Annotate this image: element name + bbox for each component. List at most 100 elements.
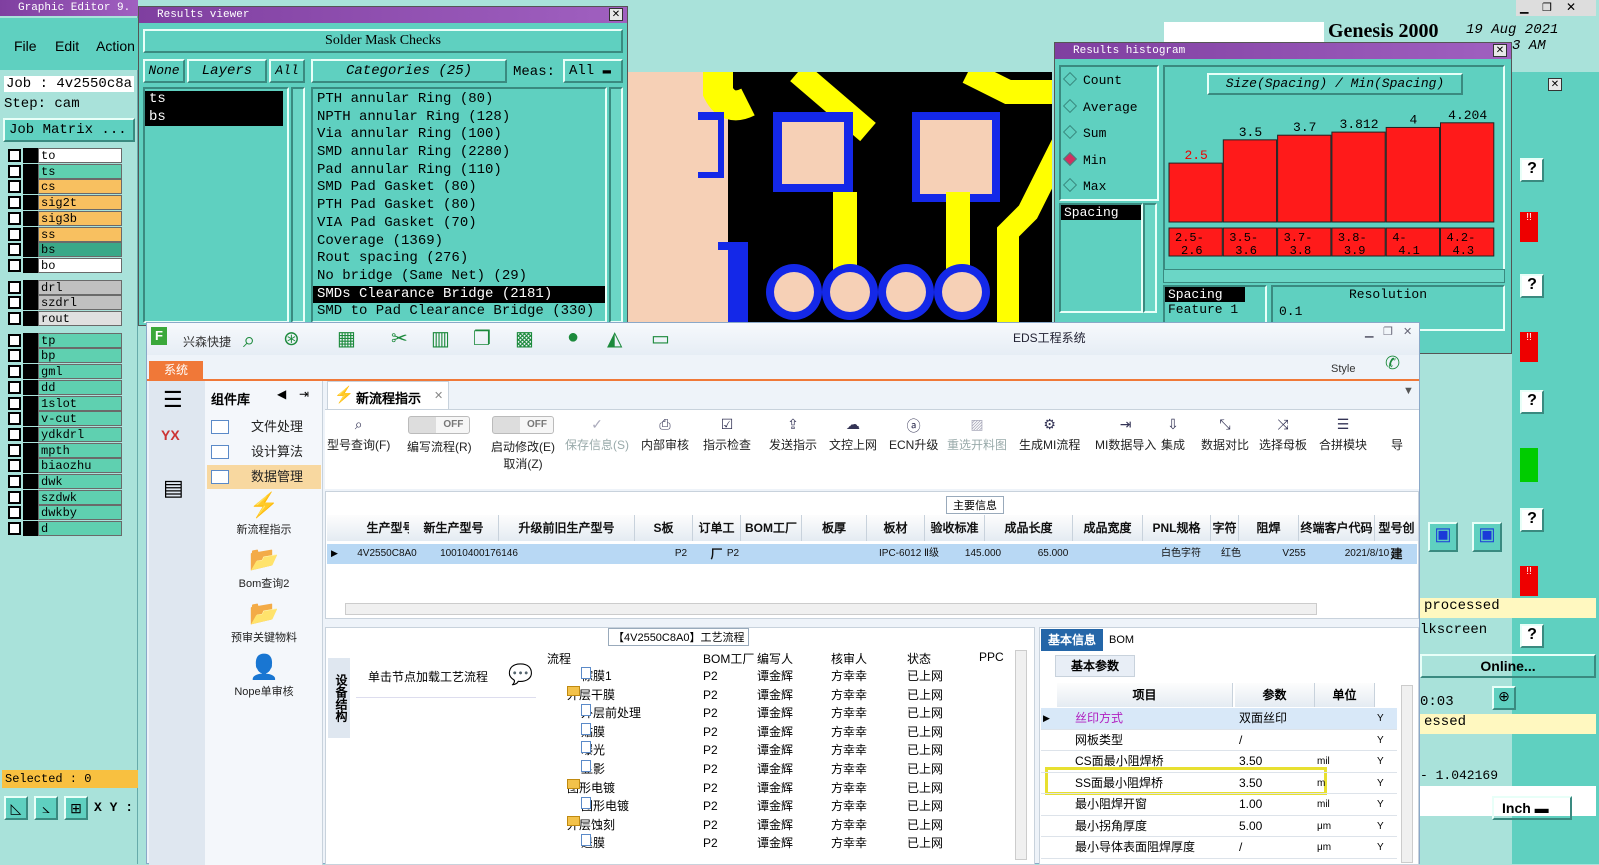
layer-row[interactable]: drl bbox=[6, 279, 122, 295]
layers-button[interactable]: Layers bbox=[187, 59, 267, 83]
layer-row[interactable]: ss bbox=[6, 226, 122, 242]
histogram-bar[interactable] bbox=[1222, 139, 1278, 223]
layer-checkbox[interactable] bbox=[8, 380, 21, 394]
layer-checkbox[interactable] bbox=[8, 312, 21, 325]
layer-checkbox[interactable] bbox=[8, 333, 21, 347]
help-icon-4[interactable]: ? bbox=[1520, 508, 1544, 532]
histogram-bar[interactable] bbox=[1331, 131, 1386, 223]
layer-checkbox[interactable] bbox=[8, 412, 21, 426]
toolbar-button[interactable]: 导 bbox=[1391, 416, 1403, 453]
layer-item[interactable]: ts bbox=[145, 91, 283, 109]
stat-option[interactable]: Max bbox=[1062, 177, 1106, 194]
layer-tool-icon-2[interactable]: ▣ bbox=[1472, 522, 1502, 552]
layer-row[interactable]: dd bbox=[6, 379, 122, 395]
layer-name[interactable]: szdrl bbox=[38, 295, 122, 311]
layer-name[interactable]: cs bbox=[38, 179, 122, 195]
user-icon[interactable]: ● bbox=[567, 326, 579, 349]
close-icon[interactable]: ✕ bbox=[609, 8, 623, 21]
flow-header[interactable]: 编写人 bbox=[757, 650, 793, 666]
chevron-left-icon[interactable]: ◀ bbox=[277, 387, 286, 401]
layer-row[interactable]: 1slot bbox=[6, 395, 122, 411]
category-item[interactable]: PTH Pad Gasket (80) bbox=[313, 197, 605, 215]
stat-option[interactable]: Sum bbox=[1062, 124, 1106, 141]
film-icon[interactable]: ▥ bbox=[431, 326, 450, 351]
layer-row[interactable]: bs bbox=[6, 242, 122, 258]
param-row[interactable]: SS面最小阻焊桥 3.50 m Y bbox=[1041, 773, 1397, 794]
layer-name[interactable]: d bbox=[38, 521, 122, 537]
none-button[interactable]: None bbox=[143, 59, 185, 83]
layer-row[interactable]: ydkdrl bbox=[6, 426, 122, 442]
grid-header[interactable]: 型号创建 bbox=[1375, 515, 1419, 561]
layer-name[interactable]: ts bbox=[38, 163, 122, 179]
grid-cell[interactable] bbox=[1087, 544, 1151, 564]
flow-row[interactable]: 贴膜 P2 谭金辉 方幸幸 已上网 bbox=[547, 722, 1027, 742]
lifebuoy-icon[interactable]: ⊛ bbox=[283, 326, 300, 351]
param-value[interactable]: / bbox=[1239, 730, 1242, 752]
layer-row[interactable]: d bbox=[6, 521, 122, 537]
layer-checkbox[interactable] bbox=[8, 365, 21, 379]
menu-file[interactable]: File bbox=[14, 38, 37, 54]
minimize-icon[interactable]: ▁ bbox=[1365, 325, 1373, 338]
category-item[interactable]: Pad annular Ring (110) bbox=[313, 162, 605, 180]
chart-icon[interactable]: ◭ bbox=[607, 326, 622, 351]
toolbar-button[interactable]: ☑ 指示检查 bbox=[703, 416, 751, 453]
category-item[interactable]: Rout spacing (276) bbox=[313, 250, 605, 268]
layer-name[interactable]: ss bbox=[38, 226, 122, 242]
restore-icon[interactable]: ❐ bbox=[1383, 325, 1393, 338]
layer-checkbox[interactable] bbox=[8, 506, 21, 520]
close-icon[interactable]: ✕ bbox=[1566, 0, 1576, 14]
stat-option[interactable]: Count bbox=[1062, 71, 1122, 88]
flow-header[interactable]: 状态 bbox=[907, 650, 931, 666]
scissors-icon[interactable]: ✂ bbox=[391, 326, 408, 351]
grid-cell[interactable]: P2 bbox=[707, 544, 759, 564]
close-icon[interactable]: ✕ bbox=[1493, 44, 1507, 57]
layer-name[interactable]: sig2t bbox=[38, 195, 122, 211]
toolbar-button[interactable]: ⌕ 型号查询(F) bbox=[327, 416, 390, 453]
layer-name[interactable]: tp bbox=[38, 332, 122, 348]
side-menu-item[interactable]: 设计算法 bbox=[207, 440, 321, 464]
grid-cell[interactable] bbox=[635, 544, 655, 564]
flow-side-tab[interactable]: 设备结构 bbox=[328, 658, 350, 738]
histogram-bar[interactable] bbox=[1277, 134, 1332, 223]
categories-button[interactable]: Categories (25) bbox=[311, 59, 507, 83]
param-row[interactable]: CS面最小阻焊桥 3.50 mil Y bbox=[1041, 751, 1397, 773]
scrollbar-layers[interactable] bbox=[291, 87, 305, 323]
param-value[interactable]: 双面丝印 bbox=[1239, 708, 1287, 730]
toolbar-button[interactable]: ⎙ 内部审核 bbox=[641, 416, 689, 453]
flow-row[interactable]: 图形电镀 P2 谭金辉 方幸幸 已上网 bbox=[547, 778, 1027, 798]
side-tool[interactable]: 📂 Bom查询2 bbox=[205, 545, 323, 591]
grid-cell[interactable] bbox=[795, 544, 871, 564]
toolbar-button[interactable]: ⤡ 数据对比 bbox=[1201, 416, 1249, 453]
grid-h-scrollbar[interactable] bbox=[345, 603, 1317, 615]
close-icon[interactable]: ✕ bbox=[1403, 325, 1412, 338]
flow-header[interactable]: PPC bbox=[979, 650, 1004, 666]
layer-checkbox[interactable] bbox=[8, 243, 21, 257]
param-row[interactable]: ▶ 丝印方式 双面丝印 Y bbox=[1041, 708, 1397, 730]
layer-name[interactable]: dd bbox=[38, 379, 122, 395]
minimize-icon[interactable]: ▁ bbox=[1520, 1, 1528, 14]
layer-name[interactable]: 1slot bbox=[38, 395, 122, 411]
system-tab[interactable]: 系统 bbox=[149, 361, 203, 379]
toolbar-button[interactable]: ☰ 合拼模块 bbox=[1319, 416, 1367, 453]
restore-icon[interactable]: ❐ bbox=[1542, 1, 1552, 14]
h-scrollbar[interactable] bbox=[1163, 269, 1505, 283]
flow-v-scrollbar[interactable] bbox=[1015, 650, 1027, 860]
flow-header[interactable]: 核审人 bbox=[831, 650, 867, 666]
flow-header[interactable]: BOM工厂 bbox=[703, 650, 754, 666]
grid-header[interactable]: 成品宽度 bbox=[1073, 515, 1143, 541]
help-icon-3[interactable]: ? bbox=[1520, 390, 1544, 414]
doc-tab[interactable]: ⚡ 新流程指示 ✕ bbox=[327, 381, 449, 409]
hamburger-icon[interactable]: ☰ bbox=[163, 387, 183, 413]
toolbar-button[interactable]: ⚙ 生成MI流程 bbox=[1019, 416, 1080, 453]
layer-row[interactable]: cs bbox=[6, 179, 122, 195]
grid-header[interactable]: 阻焊 bbox=[1239, 515, 1299, 541]
scrollbar-spacing[interactable] bbox=[1143, 203, 1157, 313]
category-item[interactable]: No bridge (Same Net) (29) bbox=[313, 268, 605, 286]
grid-header[interactable]: 订单工厂 bbox=[693, 515, 741, 561]
category-item[interactable]: NPTH annular Ring (128) bbox=[313, 109, 605, 127]
layer-name[interactable]: to bbox=[38, 148, 122, 163]
pcb-graphic-view[interactable] bbox=[628, 72, 1052, 324]
grid-header[interactable]: 成品长度 bbox=[985, 515, 1073, 541]
param-v-scrollbar[interactable] bbox=[1401, 685, 1413, 863]
grid-cell[interactable] bbox=[759, 544, 795, 564]
